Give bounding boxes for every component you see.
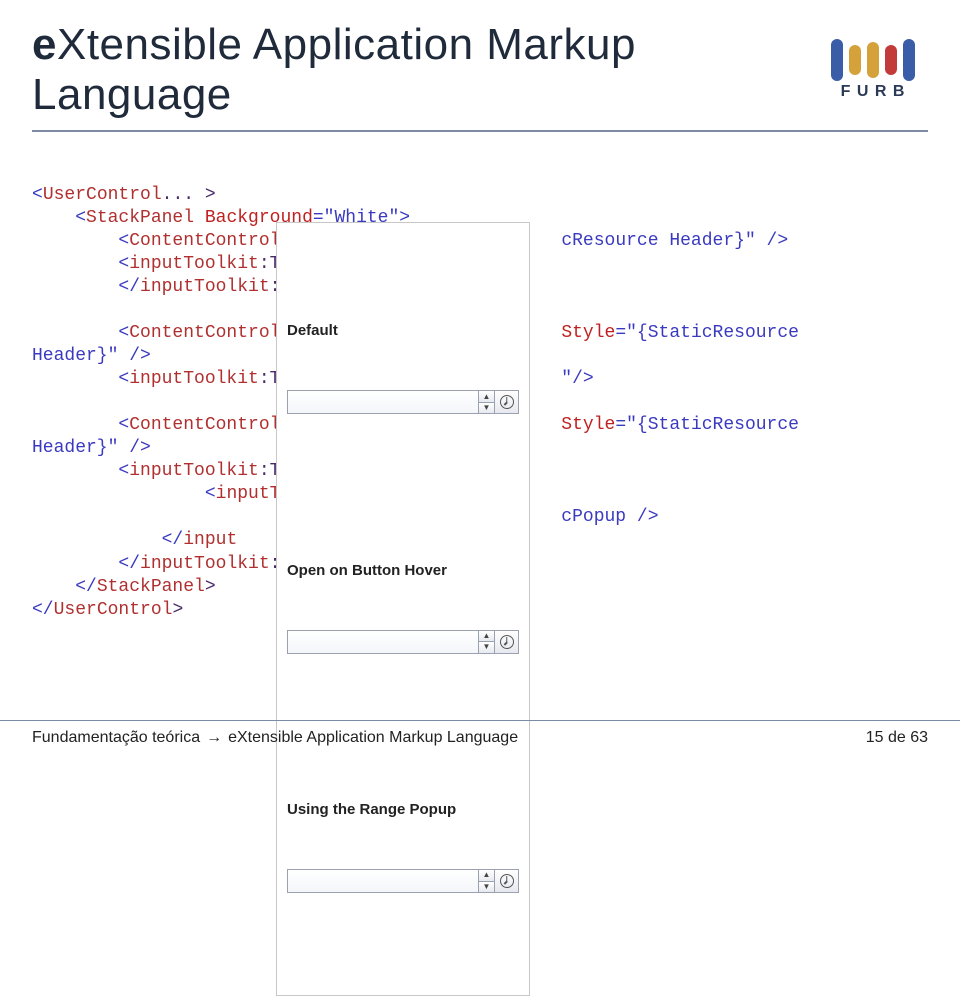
code: ... > [162, 185, 216, 205]
demo-section-range: Using the Range Popup ▲ ▼ [287, 754, 519, 939]
clock-icon [500, 395, 514, 409]
code: Style [540, 415, 616, 435]
slide: eXtensible Application Markup Language F… [0, 0, 960, 754]
code: StackPanel [86, 208, 194, 228]
code: < [32, 208, 86, 228]
code: ContentControl [129, 323, 280, 343]
code: ="{StaticResource [615, 415, 799, 435]
breadcrumb-2: eXtensible Application Markup Language [228, 729, 518, 747]
code: inputToolkit [129, 461, 259, 481]
logo-pillars-icon [831, 39, 915, 81]
breadcrumb-1: Fundamentação teórica [32, 729, 200, 747]
code: cPopup /> [561, 507, 658, 527]
code: > [205, 577, 216, 597]
code: StackPanel [97, 577, 205, 597]
breadcrumb-sep-icon: → [206, 729, 222, 747]
page-title: eXtensible Application Markup Language [32, 20, 802, 120]
section-label: Open on Button Hover [287, 561, 519, 580]
step-up-icon[interactable]: ▲ [479, 870, 494, 881]
code: inputToolkit [129, 369, 259, 389]
code: UserControl [43, 185, 162, 205]
title-bold-e: e [32, 20, 57, 69]
timepicker-field[interactable]: ▲ ▼ [287, 390, 519, 414]
code: ContentControl [129, 415, 280, 435]
code: </ [32, 530, 183, 550]
clock-button[interactable] [494, 870, 518, 892]
step-up-icon[interactable]: ▲ [479, 391, 494, 402]
code: inputToolkit [140, 554, 270, 574]
title-divider [32, 130, 928, 132]
code: Style [551, 323, 616, 343]
title-rest: Xtensible Application Markup Language [32, 20, 636, 119]
code: </ [32, 277, 140, 297]
clock-button[interactable] [494, 391, 518, 413]
code: </ [32, 600, 54, 620]
code: Header}" /> [32, 346, 151, 366]
timepicker-field[interactable]: ▲ ▼ [287, 630, 519, 654]
clock-icon [500, 874, 514, 888]
step-down-icon[interactable]: ▼ [479, 641, 494, 653]
code-block: <UserControl... > <StackPanel Background… [32, 184, 928, 714]
time-input[interactable] [288, 391, 478, 413]
header-row: eXtensible Application Markup Language F… [32, 20, 928, 120]
page-number: 15 de 63 [866, 729, 928, 747]
time-input[interactable] [288, 631, 478, 653]
section-label: Default [287, 321, 519, 340]
step-down-icon[interactable]: ▼ [479, 881, 494, 893]
code: inputToolkit [129, 254, 259, 274]
code: UserControl [54, 600, 173, 620]
demo-section-hover: Open on Button Hover ▲ ▼ [287, 515, 519, 700]
code: < [32, 323, 129, 343]
code: > [172, 600, 183, 620]
stepper[interactable]: ▲ ▼ [478, 631, 494, 653]
furb-logo: F U R B [818, 39, 928, 101]
code: input [183, 530, 237, 550]
footer: Fundamentação teórica → eXtensible Appli… [0, 720, 960, 754]
time-input[interactable] [288, 870, 478, 892]
code: "/> [561, 369, 593, 389]
step-down-icon[interactable]: ▼ [479, 402, 494, 414]
code: < [32, 484, 216, 504]
timepicker-demo-overlay: Default ▲ ▼ Open on Button Hover ▲ ▼ [276, 222, 530, 996]
code: < [32, 415, 129, 435]
code: < [32, 369, 129, 389]
step-up-icon[interactable]: ▲ [479, 631, 494, 642]
timepicker-field[interactable]: ▲ ▼ [287, 869, 519, 893]
stepper[interactable]: ▲ ▼ [478, 391, 494, 413]
code: inputT [216, 484, 281, 504]
clock-icon [500, 635, 514, 649]
code: < [32, 231, 129, 251]
code: Header}" /> [32, 438, 151, 458]
code: ContentControl [129, 231, 280, 251]
clock-button[interactable] [494, 631, 518, 653]
stepper[interactable]: ▲ ▼ [478, 870, 494, 892]
code: inputToolkit [140, 277, 270, 297]
section-label: Using the Range Popup [287, 800, 519, 819]
code: </ [32, 554, 140, 574]
demo-section-default: Default ▲ ▼ [287, 275, 519, 460]
code: </ [32, 577, 97, 597]
code: cResource Header}" /> [561, 231, 788, 251]
code: < [32, 461, 129, 481]
code: < [32, 185, 43, 205]
logo-text: F U R B [841, 83, 906, 101]
code: < [32, 254, 129, 274]
code: ="{StaticResource [615, 323, 799, 343]
